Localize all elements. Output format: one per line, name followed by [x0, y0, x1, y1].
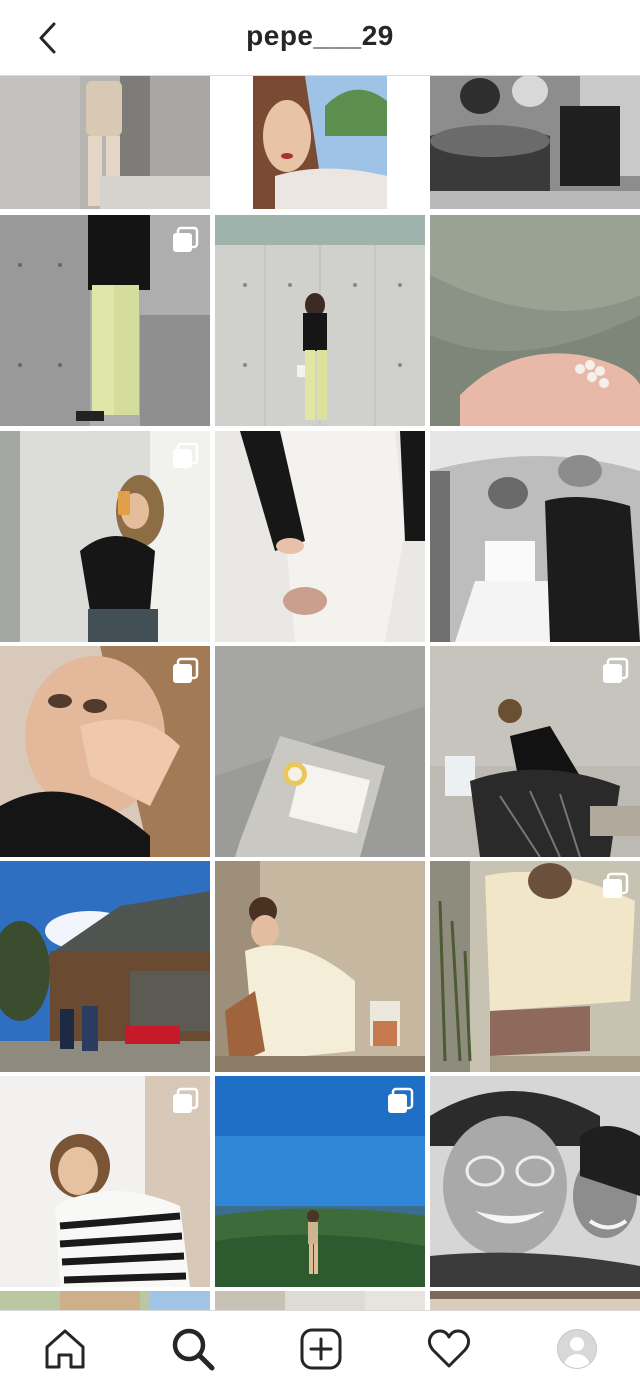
post-tile[interactable] — [430, 431, 640, 642]
carousel-icon — [603, 872, 629, 898]
search-icon — [172, 1328, 215, 1371]
post-tile[interactable] — [430, 1076, 640, 1287]
post-tile[interactable] — [215, 76, 425, 209]
tab-activity[interactable] — [425, 1325, 473, 1373]
carousel-icon — [603, 657, 629, 683]
post-tile[interactable] — [215, 646, 425, 857]
tab-new-post[interactable] — [297, 1325, 345, 1373]
post-tile[interactable] — [0, 1291, 210, 1310]
post-tile[interactable] — [430, 76, 640, 209]
profile-username: pepe___29 — [246, 20, 394, 51]
post-tile[interactable] — [430, 646, 640, 857]
carousel-icon — [173, 657, 199, 683]
post-tile[interactable] — [215, 215, 425, 426]
top-bar: pepe___29 — [0, 0, 640, 76]
post-tile[interactable] — [0, 76, 210, 209]
carousel-icon — [173, 226, 199, 252]
carousel-icon — [173, 1087, 199, 1113]
post-tile[interactable] — [430, 1291, 640, 1310]
post-tile[interactable] — [0, 646, 210, 857]
add-post-icon — [300, 1328, 342, 1370]
explore-grid — [0, 76, 640, 1310]
profile-avatar-icon — [557, 1329, 597, 1369]
post-tile[interactable] — [0, 1076, 210, 1287]
post-tile[interactable] — [0, 861, 210, 1072]
bottom-tab-bar — [0, 1310, 640, 1386]
tab-profile[interactable] — [553, 1325, 601, 1373]
post-tile[interactable] — [0, 215, 210, 426]
post-tile[interactable] — [430, 861, 640, 1072]
carousel-icon — [388, 1087, 414, 1113]
post-tile[interactable] — [430, 215, 640, 426]
heart-icon — [427, 1329, 471, 1368]
home-icon — [45, 1329, 85, 1369]
post-tile[interactable] — [0, 431, 210, 642]
tab-search[interactable] — [169, 1325, 217, 1373]
carousel-icon — [173, 442, 199, 468]
post-tile[interactable] — [215, 861, 425, 1072]
post-tile[interactable] — [215, 431, 425, 642]
post-tile[interactable] — [215, 1291, 425, 1310]
tab-home[interactable] — [41, 1325, 89, 1373]
post-tile[interactable] — [215, 1076, 425, 1287]
